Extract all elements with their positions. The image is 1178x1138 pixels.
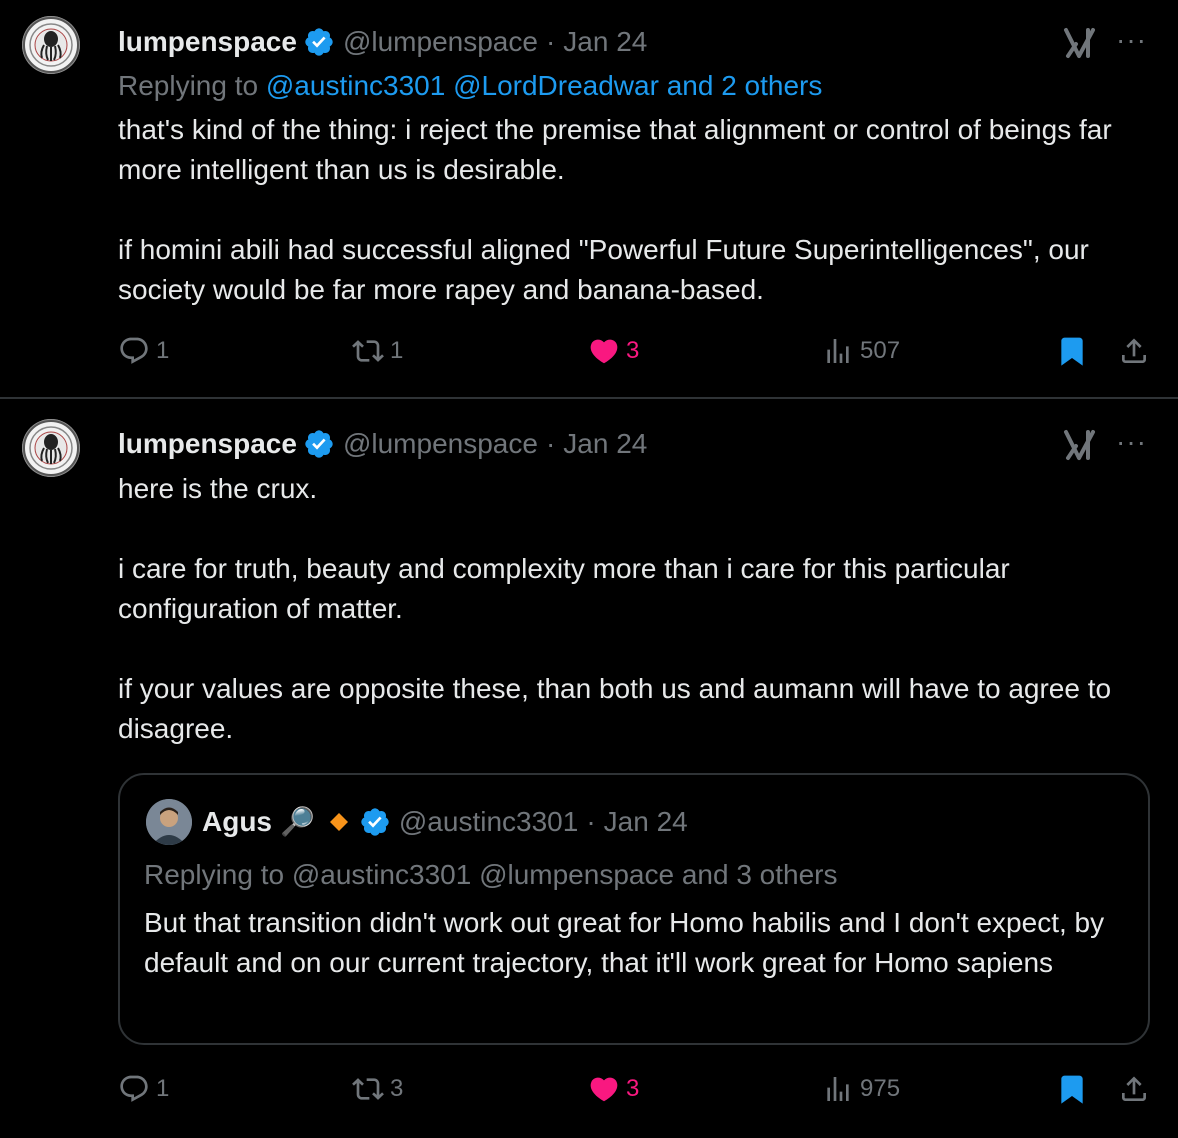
reply-icon — [120, 337, 148, 364]
like-button[interactable]: 3 — [588, 335, 639, 367]
share-button[interactable] — [1118, 335, 1156, 367]
bookmark-icon — [1061, 337, 1083, 366]
tweet-text: here is the crux. i care for truth, beau… — [118, 473, 1112, 744]
grok-icon[interactable] — [1062, 428, 1098, 462]
quoted-replying-to: Replying to @austinc3301 @lumpenspace an… — [144, 859, 838, 890]
tweet-text: that's kind of the thing: i reject the p… — [118, 114, 1112, 305]
author-handle[interactable]: @lumpenspace — [343, 428, 538, 460]
heart-icon — [590, 339, 618, 364]
more-icon[interactable]: ··· — [1116, 24, 1147, 56]
views-button[interactable]: 975 — [822, 1073, 900, 1105]
repost-count: 3 — [390, 1075, 404, 1102]
heart-icon — [590, 1077, 618, 1102]
separator: · — [545, 428, 556, 459]
reply-button[interactable]: 1 — [118, 335, 169, 367]
like-button[interactable]: 3 — [588, 1073, 639, 1105]
share-icon — [1122, 1076, 1146, 1101]
share-icon — [1122, 338, 1146, 363]
bookmark-button[interactable] — [1056, 1073, 1094, 1105]
replying-to-prefix: Replying to — [118, 70, 266, 101]
octopus-logo-icon — [23, 420, 79, 476]
repost-icon — [352, 1078, 384, 1100]
quoted-author-name[interactable]: Agus — [202, 806, 272, 838]
replying-to-links[interactable]: @austinc3301 @LordDreadwar and 2 others — [266, 70, 823, 101]
separator: · — [545, 26, 556, 57]
action-bar: 1 3 3 975 — [0, 1073, 1178, 1113]
tweet-header: lumpenspace @lumpenspace · Jan 24 — [118, 26, 647, 58]
tweet-1[interactable]: lumpenspace @lumpenspace · Jan 24 ··· Re… — [0, 0, 1178, 397]
view-count: 975 — [860, 1075, 901, 1102]
views-button[interactable]: 507 — [822, 335, 900, 367]
action-bar: 1 1 3 507 — [0, 335, 1178, 375]
tweet-header: lumpenspace @lumpenspace · Jan 24 — [118, 428, 647, 460]
tweet-date[interactable]: Jan 24 — [563, 26, 647, 58]
quoted-tweet[interactable]: Agus 🔎 @austinc3301 · Jan 24 Replying to… — [118, 773, 1150, 1045]
views-icon — [827, 1077, 849, 1101]
bookmark-icon — [1061, 1075, 1083, 1104]
repost-button[interactable]: 1 — [352, 335, 403, 367]
octopus-logo-icon — [23, 17, 79, 73]
quoted-avatar[interactable] — [146, 799, 192, 845]
verified-badge-icon[interactable] — [359, 806, 391, 838]
reply-button[interactable]: 1 — [118, 1073, 169, 1105]
quoted-header: Agus 🔎 @austinc3301 · Jan 24 — [202, 805, 688, 838]
repost-icon — [352, 340, 384, 362]
view-count: 507 — [860, 337, 901, 364]
person-avatar-icon — [146, 799, 192, 845]
bookmark-button[interactable] — [1056, 335, 1094, 367]
avatar[interactable] — [22, 419, 80, 477]
like-count: 3 — [626, 1075, 640, 1102]
author-name[interactable]: lumpenspace — [118, 26, 297, 58]
quoted-text: But that transition didn't work out grea… — [144, 907, 1112, 978]
grok-icon[interactable] — [1062, 26, 1098, 60]
reply-count: 1 — [156, 337, 170, 364]
views-icon — [827, 339, 849, 363]
repost-count: 1 — [390, 337, 404, 364]
author-handle[interactable]: @lumpenspace — [343, 26, 538, 58]
magnifying-glass-emoji: 🔎 — [280, 806, 315, 837]
reply-count: 1 — [156, 1075, 170, 1102]
separator: · — [586, 805, 596, 837]
share-button[interactable] — [1118, 1073, 1156, 1105]
replying-to: Replying to @austinc3301 @LordDreadwar a… — [118, 70, 822, 102]
more-icon[interactable]: ··· — [1116, 426, 1147, 458]
repost-button[interactable]: 3 — [352, 1073, 403, 1105]
tweet-date[interactable]: Jan 24 — [563, 428, 647, 460]
author-name[interactable]: lumpenspace — [118, 428, 297, 460]
verified-badge-icon[interactable] — [303, 428, 335, 460]
avatar[interactable] — [22, 16, 80, 74]
verified-badge-icon[interactable] — [303, 26, 335, 58]
quoted-author-handle[interactable]: @austinc3301 — [399, 806, 578, 838]
diamond-icon — [329, 812, 348, 831]
like-count: 3 — [626, 337, 640, 364]
tweet-2[interactable]: lumpenspace @lumpenspace · Jan 24 ··· he… — [0, 399, 1178, 1138]
quoted-date[interactable]: Jan 24 — [604, 806, 688, 838]
reply-icon — [120, 1075, 148, 1102]
